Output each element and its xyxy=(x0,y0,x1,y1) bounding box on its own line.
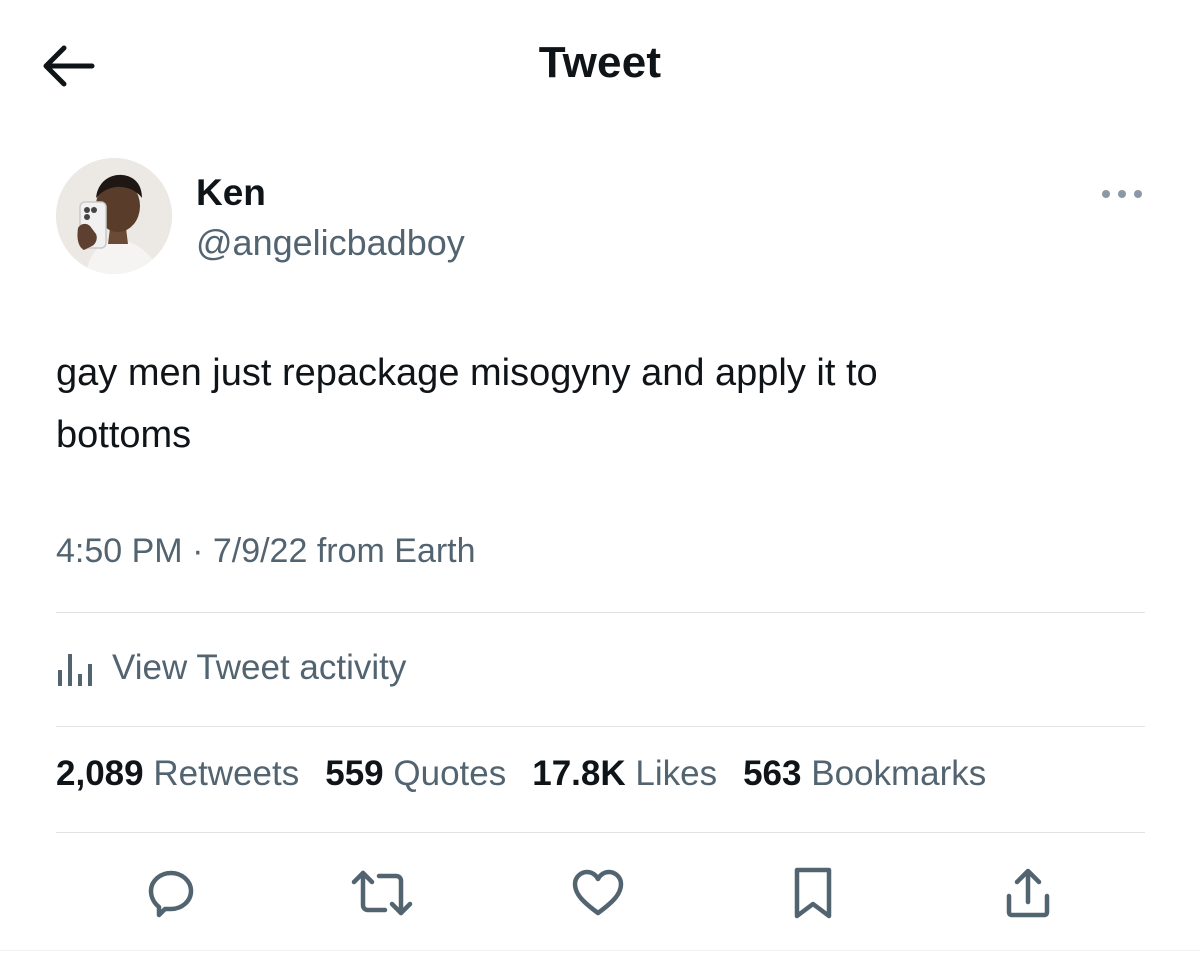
retweets-label: Retweets xyxy=(153,754,300,793)
tweet-action-bar xyxy=(0,858,1200,928)
likes-count: 17.8K xyxy=(532,754,626,793)
bookmark-button[interactable] xyxy=(778,858,848,928)
bookmark-icon xyxy=(794,867,832,919)
avatar-image xyxy=(56,158,172,274)
retweet-icon xyxy=(351,870,413,916)
tweet-text: gay men just repackage misogyny and appl… xyxy=(56,342,1146,466)
like-button[interactable] xyxy=(563,858,633,928)
quotes-label: Quotes xyxy=(393,754,507,793)
bookmarks-count: 563 xyxy=(743,754,802,793)
page-title: Tweet xyxy=(538,38,662,87)
retweets-count: 2,089 xyxy=(56,754,144,793)
tweet-time[interactable]: 4:50 PM xyxy=(56,532,183,570)
bar-chart-icon xyxy=(58,654,92,686)
heart-icon xyxy=(572,869,624,916)
likes-label: Likes xyxy=(635,754,718,793)
author-handle[interactable]: @angelicbadboy xyxy=(196,222,465,264)
view-tweet-activity-label: View Tweet activity xyxy=(112,648,407,687)
quotes-count: 559 xyxy=(325,754,384,793)
tweet-text-line: bottoms xyxy=(56,414,192,456)
bottom-divider xyxy=(0,950,1200,951)
tweet-date[interactable]: 7/9/22 xyxy=(213,532,308,570)
divider xyxy=(56,612,1145,613)
author-display-name[interactable]: Ken xyxy=(196,172,266,214)
meta-separator: · xyxy=(182,532,213,570)
divider xyxy=(56,832,1145,833)
quotes-stat[interactable]: 559 Quotes xyxy=(325,754,506,794)
engagement-stats: 2,089 Retweets 559 Quotes 17.8K Likes 56… xyxy=(56,754,986,794)
share-icon xyxy=(1006,868,1050,918)
likes-stat[interactable]: 17.8K Likes xyxy=(532,754,717,794)
share-button[interactable] xyxy=(993,858,1063,928)
view-tweet-activity-link[interactable]: View Tweet activity xyxy=(56,640,406,696)
bookmarks-stat[interactable]: 563 Bookmarks xyxy=(743,754,986,794)
reply-icon xyxy=(148,870,194,918)
bookmarks-label: Bookmarks xyxy=(811,754,987,793)
reply-button[interactable] xyxy=(136,858,206,928)
retweet-button[interactable] xyxy=(347,858,417,928)
tweet-text-line: gay men just repackage misogyny and appl… xyxy=(56,352,878,394)
more-horizontal-icon xyxy=(1102,190,1142,198)
tweet-source: from Earth xyxy=(307,532,476,570)
tweet-meta: 4:50 PM · 7/9/22 from Earth xyxy=(56,532,476,571)
divider xyxy=(56,726,1145,727)
top-bar: Tweet xyxy=(0,0,1200,130)
more-options-button[interactable] xyxy=(1098,182,1146,206)
tweet-author: Ken @angelicbadboy xyxy=(56,158,1146,278)
avatar[interactable] xyxy=(56,158,172,274)
retweets-stat[interactable]: 2,089 Retweets xyxy=(56,754,299,794)
